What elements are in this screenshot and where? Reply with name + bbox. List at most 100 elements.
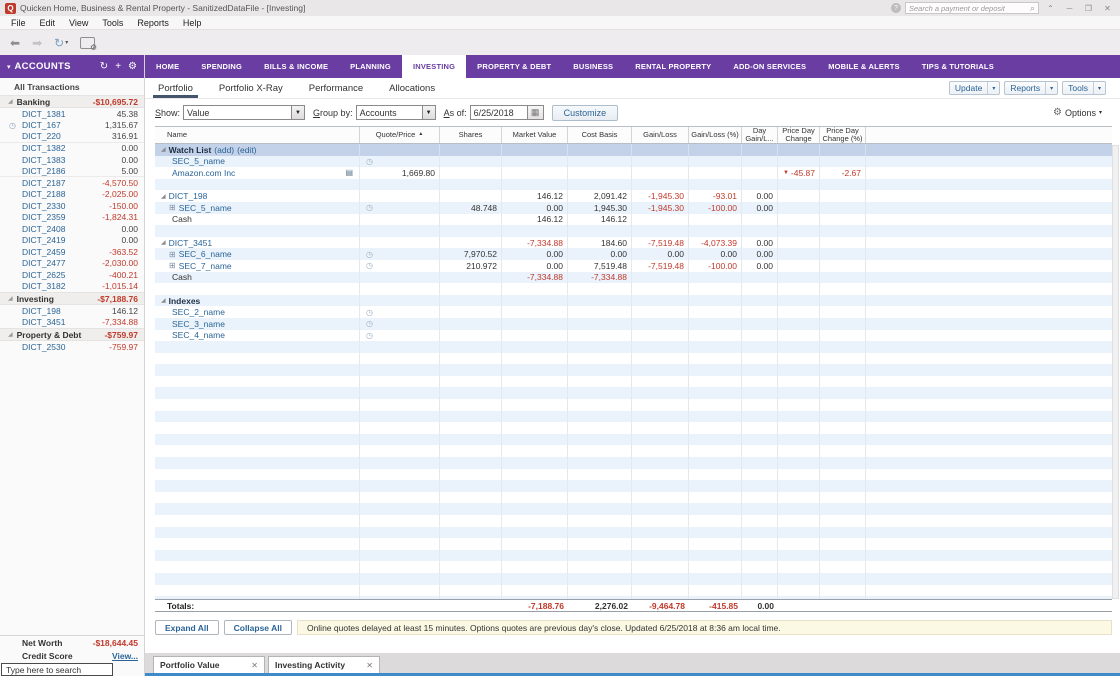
column-header-cb[interactable]: Cost Basis bbox=[568, 127, 632, 143]
show-dropdown[interactable]: Value ▼ bbox=[183, 105, 305, 120]
sidebar-account-dict_1383[interactable]: DICT_13830.00 bbox=[0, 154, 144, 166]
menu-item-help[interactable]: Help bbox=[176, 18, 209, 28]
refresh-accounts-icon[interactable]: ↻ bbox=[100, 61, 108, 72]
nav-tab-planning[interactable]: PLANNING bbox=[339, 55, 402, 78]
mobile-alerts-icon[interactable]: ⚙ bbox=[80, 37, 95, 49]
collapse-triangle-icon[interactable]: ◢ bbox=[161, 239, 166, 246]
nav-tab-investing[interactable]: INVESTING bbox=[402, 55, 466, 78]
action-button-update[interactable]: Update▾ bbox=[949, 81, 1000, 95]
add-account-icon[interactable]: + bbox=[115, 61, 121, 72]
sidebar-account-dict_3182[interactable]: DICT_3182-1,015.14 bbox=[0, 281, 144, 293]
sidebar-account-dict_1382[interactable]: DICT_13820.00 bbox=[0, 143, 144, 155]
table-row-sec-4-name[interactable]: SEC_4_name◷ bbox=[155, 330, 1112, 342]
column-header-pdc[interactable]: Price Day Change bbox=[778, 127, 820, 143]
sidebar-account-dict_3451[interactable]: DICT_3451-7,334.88 bbox=[0, 317, 144, 329]
dropdown-arrow-icon[interactable]: ▼ bbox=[422, 106, 435, 119]
as-of-date-input[interactable]: 6/25/2018 bbox=[470, 105, 528, 120]
table-row-sec-6-name[interactable]: ⊞SEC_6_name◷7,970.520.000.000.000.000.00 bbox=[155, 248, 1112, 260]
table-row-watch-list[interactable]: ◢Watch List(add)(edit) bbox=[155, 144, 1112, 156]
sidebar-account-dict_2530[interactable]: DICT_2530-759.97 bbox=[0, 341, 144, 353]
sidebar-account-dict_1381[interactable]: DICT_138145.38 bbox=[0, 108, 144, 120]
nav-tab-mobile-alerts[interactable]: MOBILE & ALERTS bbox=[817, 55, 910, 78]
expand-plus-icon[interactable]: ⊞ bbox=[169, 261, 176, 270]
sidebar-account-dict_198[interactable]: DICT_198146.12 bbox=[0, 305, 144, 317]
calendar-icon[interactable]: ▦ bbox=[528, 105, 544, 120]
sidebar-account-dict_2187[interactable]: DICT_2187-4,570.50 bbox=[0, 177, 144, 189]
collapse-triangle-icon[interactable]: ◢ bbox=[161, 297, 166, 304]
credit-score-row[interactable]: Credit Score View... bbox=[0, 649, 144, 662]
close-button[interactable]: ✕ bbox=[1100, 4, 1115, 13]
sidebar-account-dict_2477[interactable]: DICT_2477-2,030.00 bbox=[0, 258, 144, 270]
sidebar-account-dict_167[interactable]: ◷DICT_1671,315.67 bbox=[0, 120, 144, 132]
net-worth-row[interactable]: Net Worth -$18,644.45 bbox=[0, 636, 144, 649]
chevron-up-icon[interactable]: ⌃ bbox=[1043, 4, 1058, 13]
nav-tab-business[interactable]: BUSINESS bbox=[562, 55, 624, 78]
expand-all-button[interactable]: Expand All bbox=[155, 620, 219, 635]
minimize-button[interactable]: ─ bbox=[1062, 4, 1077, 13]
sidebar-account-dict_2459[interactable]: DICT_2459-363.52 bbox=[0, 246, 144, 258]
table-row-dict-198[interactable]: ◢DICT_198146.122,091.42-1,945.30-93.010.… bbox=[155, 190, 1112, 202]
menu-item-edit[interactable]: Edit bbox=[33, 18, 63, 28]
caret-down-icon[interactable]: ▾ bbox=[1093, 82, 1105, 94]
collapse-all-button[interactable]: Collapse All bbox=[224, 620, 292, 635]
close-icon[interactable]: ✕ bbox=[366, 661, 373, 670]
action-button-tools[interactable]: Tools▾ bbox=[1062, 81, 1106, 95]
sidebar-settings-gear-icon[interactable]: ⚙ bbox=[128, 61, 137, 72]
nav-tab-property-debt[interactable]: PROPERTY & DEBT bbox=[466, 55, 562, 78]
sidebar-account-dict_2188[interactable]: DICT_2188-2,025.00 bbox=[0, 189, 144, 201]
menu-item-reports[interactable]: Reports bbox=[130, 18, 176, 28]
action-button-reports[interactable]: Reports▾ bbox=[1004, 81, 1058, 95]
accounts-sidebar-header[interactable]: ▾ ACCOUNTS ↻ + ⚙ bbox=[0, 55, 144, 78]
group-by-dropdown[interactable]: Accounts ▼ bbox=[356, 105, 436, 120]
dropdown-arrow-icon[interactable]: ▼ bbox=[291, 106, 304, 119]
sidebar-group-property-debt[interactable]: ◢Property & Debt-$759.97 bbox=[0, 328, 144, 341]
watchlist-edit-link[interactable]: (edit) bbox=[237, 145, 256, 155]
options-button[interactable]: ⚙ Options ▾ bbox=[1053, 107, 1102, 118]
table-row-cash[interactable]: Cash-7,334.88-7,334.88 bbox=[155, 272, 1112, 284]
subtab-portfolio-x-ray[interactable]: Portfolio X-Ray bbox=[206, 78, 296, 98]
table-row-sec-3-name[interactable]: SEC_3_name◷ bbox=[155, 318, 1112, 330]
report-tab-portfolio-value[interactable]: Portfolio Value✕ bbox=[153, 656, 265, 673]
caret-down-icon[interactable]: ▾ bbox=[1045, 82, 1057, 94]
collapse-triangle-icon[interactable]: ◢ bbox=[161, 146, 166, 153]
nav-tab-bills-income[interactable]: BILLS & INCOME bbox=[253, 55, 339, 78]
column-header-gl[interactable]: Gain/Loss bbox=[632, 127, 689, 143]
sidebar-account-dict_2330[interactable]: DICT_2330-150.00 bbox=[0, 200, 144, 212]
report-tab-investing-activity[interactable]: Investing Activity✕ bbox=[268, 656, 380, 673]
column-header-name[interactable]: Name bbox=[155, 127, 360, 143]
table-row-sec-5-name[interactable]: SEC_5_name◷ bbox=[155, 156, 1112, 168]
sidebar-account-dict_2359[interactable]: DICT_2359-1,824.31 bbox=[0, 212, 144, 224]
sidebar-account-dict_220[interactable]: DICT_220316.91 bbox=[0, 131, 144, 143]
nav-tab-home[interactable]: HOME bbox=[145, 55, 190, 78]
column-header-sh[interactable]: Shares bbox=[440, 127, 502, 143]
table-row-cash[interactable]: Cash146.12146.12 bbox=[155, 214, 1112, 226]
menu-item-file[interactable]: File bbox=[4, 18, 33, 28]
table-row-amazon-com-inc[interactable]: Amazon.com Inc▤1,669.80▼-45.87-2.67 bbox=[155, 167, 1112, 179]
caret-down-icon[interactable]: ▾ bbox=[987, 82, 999, 94]
menu-item-view[interactable]: View bbox=[62, 18, 95, 28]
sidebar-account-dict_2408[interactable]: DICT_24080.00 bbox=[0, 223, 144, 235]
sidebar-account-dict_2625[interactable]: DICT_2625-400.21 bbox=[0, 269, 144, 281]
nav-tab-tips-tutorials[interactable]: TIPS & TUTORIALS bbox=[911, 55, 1005, 78]
column-header-glp[interactable]: Gain/Loss (%) bbox=[689, 127, 742, 143]
sidebar-group-banking[interactable]: ◢Banking-$10,695.72 bbox=[0, 95, 144, 108]
column-header-mv[interactable]: Market Value bbox=[502, 127, 568, 143]
nav-tab-spending[interactable]: SPENDING bbox=[190, 55, 253, 78]
credit-score-view-link[interactable]: View... bbox=[112, 651, 138, 661]
subtab-performance[interactable]: Performance bbox=[296, 78, 376, 98]
customize-button[interactable]: Customize bbox=[552, 105, 619, 121]
restore-button[interactable]: ❐ bbox=[1081, 4, 1096, 13]
sidebar-account-dict_2186[interactable]: DICT_21865.00 bbox=[0, 166, 144, 178]
close-icon[interactable]: ✕ bbox=[251, 661, 258, 670]
one-step-update-button[interactable]: ↻ ▾ bbox=[54, 36, 68, 50]
table-row-sec-2-name[interactable]: SEC_2_name◷ bbox=[155, 306, 1112, 318]
expand-plus-icon[interactable]: ⊞ bbox=[169, 250, 176, 259]
table-row-indexes[interactable]: ◢Indexes bbox=[155, 295, 1112, 307]
forward-arrow-icon[interactable]: ➡ bbox=[32, 37, 42, 49]
expand-plus-icon[interactable]: ⊞ bbox=[169, 203, 176, 212]
back-arrow-icon[interactable]: ⬅ bbox=[10, 37, 20, 49]
help-icon[interactable]: ? bbox=[891, 3, 901, 13]
table-row-sec-7-name[interactable]: ⊞SEC_7_name◷210.9720.007,519.48-7,519.48… bbox=[155, 260, 1112, 272]
all-transactions-link[interactable]: All Transactions bbox=[0, 78, 144, 95]
column-header-q[interactable]: Quote/Price▲ bbox=[360, 127, 440, 143]
